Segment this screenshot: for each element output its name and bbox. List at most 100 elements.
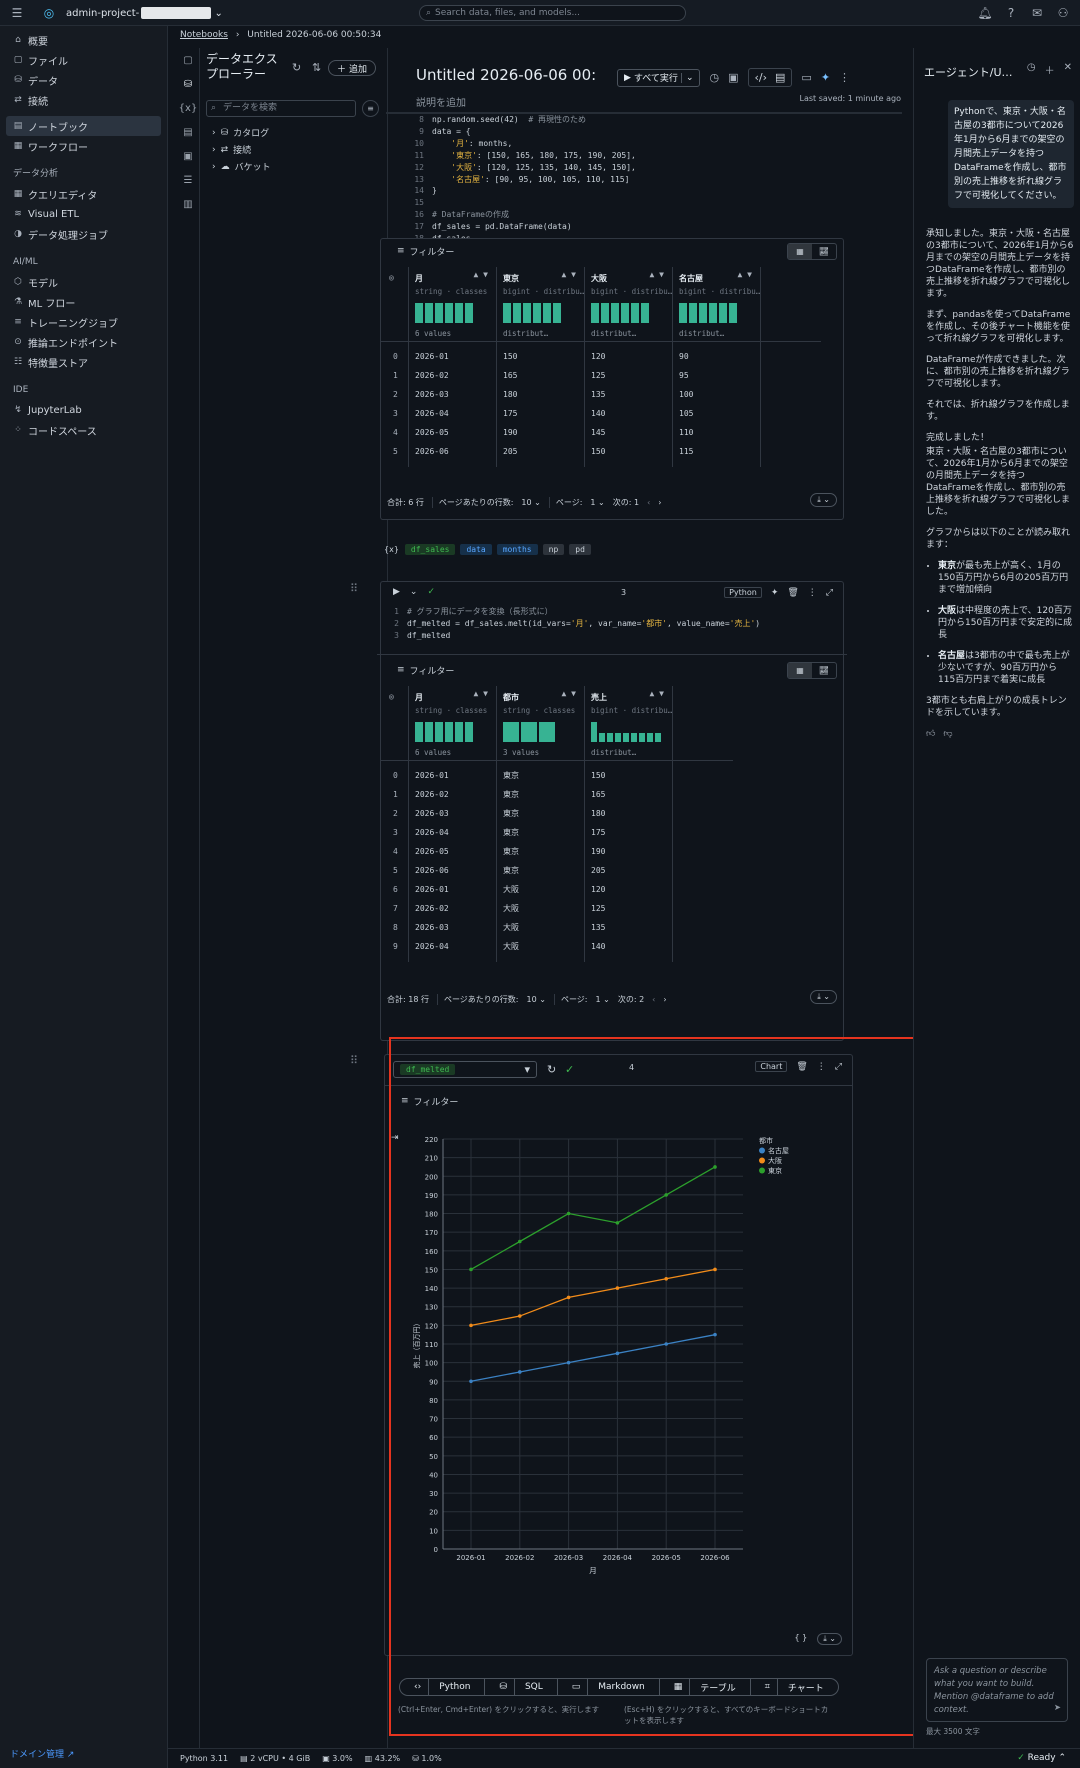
drag-handle-icon[interactable]: ⠿ <box>350 582 358 595</box>
help-icon[interactable]: ? <box>1002 4 1020 22</box>
compute-status[interactable]: ▤ 2 vCPU • 4 GiB <box>240 1754 310 1763</box>
filter-button[interactable]: ≡ フィルター <box>397 658 454 682</box>
table-row[interactable]: 3 2026-04 東京 175 <box>381 823 673 842</box>
table-chart-toggle[interactable]: ▦ 📈︎ <box>787 243 837 260</box>
column-header[interactable]: 売上 ▲ ▼ bigint · distribu… distribut… <box>585 686 673 760</box>
project-selector[interactable]: admin-project- ⌄ <box>66 6 223 19</box>
kernel-version[interactable]: Python 3.11 <box>180 1754 228 1763</box>
tree-item-connections[interactable]: › ⇄ 接続 <box>212 141 271 158</box>
variable-chip[interactable]: data <box>460 544 492 555</box>
column-header[interactable]: 都市 ▲ ▼ string · classes 3 values <box>497 686 585 760</box>
column-header[interactable]: 大阪 ▲ ▼ bigint · distribu… distribut… <box>585 267 673 341</box>
table-row[interactable]: 9 2026-04 大阪 140 <box>381 937 673 956</box>
history-icon[interactable]: ◷ <box>709 71 719 84</box>
nav-item-ide-1[interactable]: ⁘ コードスペース <box>0 420 167 440</box>
nav-item-ide-0[interactable]: ↯ JupyterLab <box>0 400 167 420</box>
add-chart-cell-button[interactable]: ⌗ チャート <box>751 1679 838 1695</box>
notebook-title[interactable]: Untitled 2026-06-06 00:50:34 <box>416 66 596 84</box>
user-icon[interactable]: ⚇ <box>1054 4 1072 22</box>
package-icon[interactable]: ▣ <box>176 144 200 168</box>
run-cell-icon[interactable]: ▶ <box>393 587 400 597</box>
explorer-add-button[interactable]: ＋追加 <box>328 60 377 76</box>
add-table-cell-button[interactable]: ▦ テーブル <box>660 1679 751 1695</box>
filter-button[interactable]: ≡ フィルター <box>397 239 454 263</box>
settings-sliders-icon[interactable]: ☰ <box>176 168 200 192</box>
table-row[interactable]: 4 2026-05 東京 190 <box>381 842 673 861</box>
sort-icon[interactable]: ▲ ▼ <box>562 271 576 279</box>
column-header[interactable]: 月 ▲ ▼ string · classes 6 values <box>409 267 497 341</box>
nav-item-0[interactable]: ⌂ 概要 <box>0 30 167 50</box>
breadcrumb-root-link[interactable]: Notebooks <box>180 30 228 40</box>
sort-icon[interactable]: ▲ ▼ <box>650 271 664 279</box>
document-icon[interactable]: ▤ <box>775 71 785 84</box>
expand-icon[interactable]: ⤢ <box>826 588 833 598</box>
nav-item-workflow[interactable]: ▦ ワークフロー <box>0 136 167 156</box>
nav-item-notebook[interactable]: ▤ ノートブック <box>6 116 161 136</box>
column-header[interactable]: 月 ▲ ▼ string · classes 6 values <box>409 686 497 760</box>
eye-icon[interactable]: ◎ <box>389 692 394 701</box>
next-page-icon[interactable]: › <box>663 995 666 1004</box>
plus-icon[interactable]: ＋ <box>1045 62 1055 77</box>
more-icon[interactable]: ⋮ <box>839 71 850 84</box>
add-sql-cell-button[interactable]: ⛁ SQL <box>485 1679 558 1695</box>
sort-icon[interactable]: ▲ ▼ <box>474 271 488 279</box>
table-row[interactable]: 6 2026-01 大阪 120 <box>381 880 673 899</box>
code-cell-sales[interactable]: 8 np.random.seed(42) # 再現性のため 9 data = {10 … <box>408 114 636 245</box>
language-badge[interactable]: Python <box>724 587 762 598</box>
table-row[interactable]: 3 2026-04 175 140 105 <box>381 404 761 423</box>
table-icon[interactable]: ▤ <box>176 120 200 144</box>
table-row[interactable]: 0 2026-01 150 120 90 <box>381 347 761 366</box>
variables-icon[interactable]: {x} <box>176 96 200 120</box>
variable-chip[interactable]: pd <box>569 544 591 555</box>
table-row[interactable]: 2 2026-03 180 135 100 <box>381 385 761 404</box>
table-row[interactable]: 0 2026-01 東京 150 <box>381 766 673 785</box>
files-icon[interactable]: ▢ <box>176 48 200 72</box>
table-row[interactable]: 2 2026-03 東京 180 <box>381 804 673 823</box>
feedback-icon[interactable]: ✉ <box>1028 4 1046 22</box>
nav-item-aiml-4[interactable]: ☷ 特徴量ストア <box>0 352 167 372</box>
ai-sparkle-icon[interactable]: ✦ <box>821 71 830 84</box>
sort-icon[interactable]: ⇅ <box>312 61 321 74</box>
chevron-down-icon[interactable]: ⌄ <box>680 72 693 83</box>
add-markdown-cell-button[interactable]: ▭ Markdown <box>558 1679 660 1695</box>
table-row[interactable]: 5 2026-06 東京 205 <box>381 861 673 880</box>
download-button[interactable]: ⤓ ⌄ <box>810 990 837 1004</box>
code-icon[interactable]: ‹/› <box>755 71 768 84</box>
table-chart-toggle[interactable]: ▦ 📈︎ <box>787 662 837 679</box>
sort-icon[interactable]: ▲ ▼ <box>474 690 488 698</box>
next-page-icon[interactable]: › <box>658 498 661 507</box>
thumbs-up-icon[interactable]: 👍︎ <box>926 728 935 740</box>
nav-item-aiml-3[interactable]: ⊙ 推論エンドポイント <box>0 332 167 352</box>
nav-item-aiml-0[interactable]: ⬡ モデル <box>0 272 167 292</box>
send-icon[interactable]: ➤ <box>1054 1702 1061 1715</box>
bell-icon[interactable]: 🔔︎ <box>976 4 994 22</box>
close-icon[interactable]: ✕ <box>1064 62 1072 77</box>
download-button[interactable]: ⤓ ⌄ <box>810 493 837 507</box>
chart-view-icon[interactable]: 📈︎ <box>812 663 836 678</box>
page-select[interactable]: 1 ⌄ <box>590 498 604 507</box>
nav-item-analysis-2[interactable]: ◑ データ処理ジョブ <box>0 224 167 244</box>
storage-icon[interactable]: ▥ <box>176 192 200 216</box>
prev-page-icon[interactable]: ‹ <box>652 995 655 1004</box>
table-row[interactable]: 1 2026-02 165 125 95 <box>381 366 761 385</box>
nav-item-1[interactable]: ▢ ファイル <box>0 50 167 70</box>
ai-sparkle-icon[interactable]: ✦ <box>771 588 779 598</box>
table-row[interactable]: 8 2026-03 大阪 135 <box>381 918 673 937</box>
sort-icon[interactable]: ▲ ▼ <box>738 271 752 279</box>
tree-item-buckets[interactable]: › ☁ バケット <box>212 158 271 175</box>
refresh-icon[interactable]: ↻ <box>292 61 301 74</box>
filter-icon[interactable]: ≡ <box>362 100 379 117</box>
drag-handle-icon[interactable]: ⠿ <box>350 1054 358 1067</box>
more-icon[interactable]: ⋮ <box>808 588 817 598</box>
chevron-down-icon[interactable]: ⌄ <box>410 587 418 597</box>
sort-icon[interactable]: ▲ ▼ <box>650 690 664 698</box>
code-editor[interactable]: 1 # グラフ用にデータを変換（長形式に） 2 df_melted = df_sale… <box>383 606 760 642</box>
explorer-search-input[interactable]: ⌕ データを検索 <box>206 100 356 117</box>
table-view-icon[interactable]: ▦ <box>788 244 812 259</box>
table-view-icon[interactable]: ▦ <box>788 663 812 678</box>
nav-item-analysis-1[interactable]: ≋ Visual ETL <box>0 204 167 224</box>
column-header[interactable]: 名古屋 ▲ ▼ bigint · distribu… distribut… <box>673 267 761 341</box>
table-row[interactable]: 1 2026-02 東京 165 <box>381 785 673 804</box>
sort-icon[interactable]: ▲ ▼ <box>562 690 576 698</box>
variable-chip[interactable]: months <box>496 544 538 555</box>
